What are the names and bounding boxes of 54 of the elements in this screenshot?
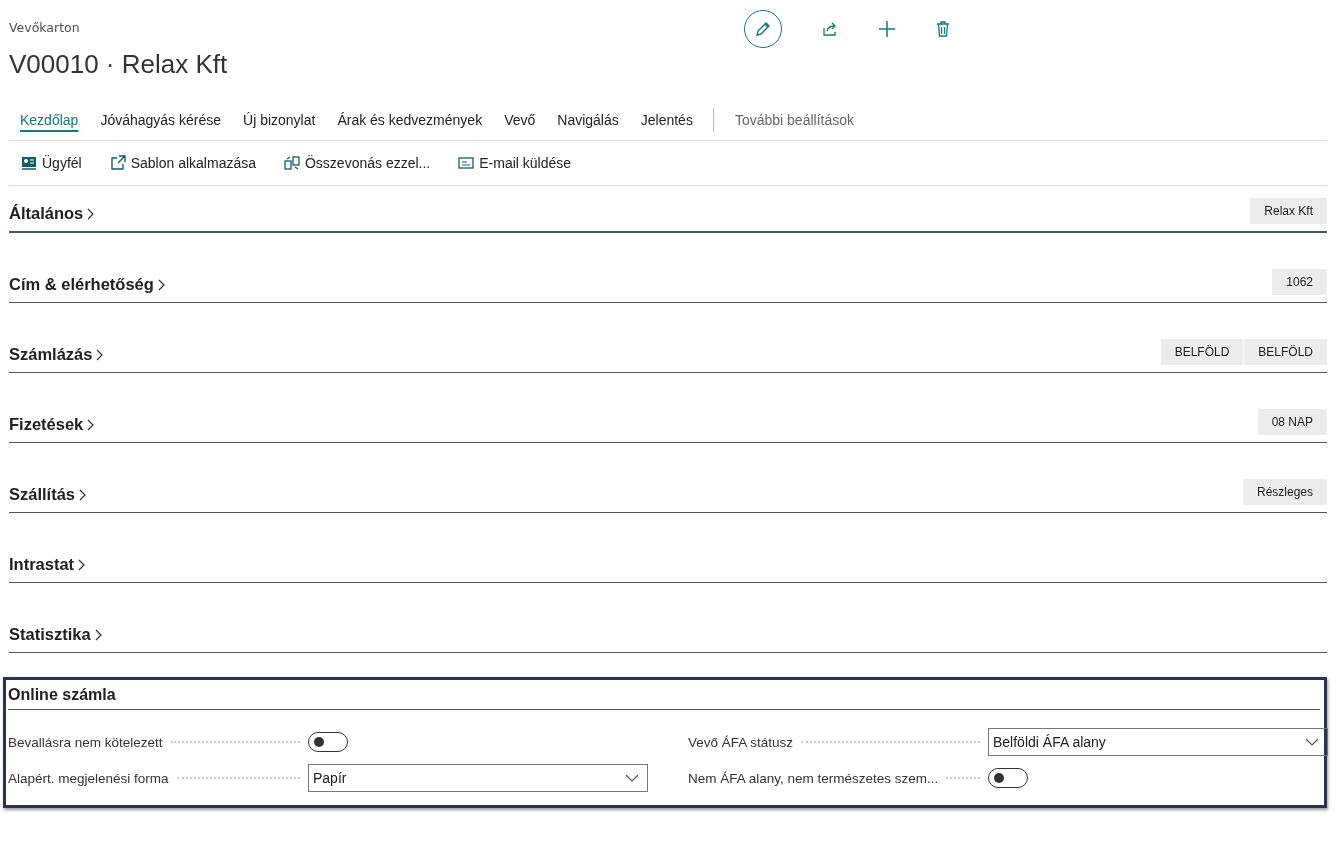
chevron-down-icon xyxy=(1305,738,1319,746)
template-icon xyxy=(109,155,126,171)
summary-value: 1062 xyxy=(1272,269,1327,295)
merge-icon xyxy=(284,155,300,171)
action-button[interactable]: Ügyfél xyxy=(13,151,90,175)
mail-icon xyxy=(458,157,475,169)
dropdown-field[interactable]: Belföldi ÁFA alany xyxy=(988,728,1328,756)
menu-tab[interactable]: Navigálás xyxy=(546,108,630,132)
add-icon[interactable] xyxy=(878,20,896,38)
section-header[interactable]: Általános xyxy=(9,204,96,231)
summary-value: 08 NAP xyxy=(1257,409,1327,435)
chevron-right-icon xyxy=(157,278,166,291)
chevron-right-icon xyxy=(94,628,103,641)
delete-icon[interactable] xyxy=(936,21,950,37)
toggle-switch[interactable] xyxy=(988,768,1028,788)
section-header[interactable]: Fizetések xyxy=(9,415,96,442)
record-title: V00010 · Relax Kft xyxy=(9,49,229,80)
section-header[interactable]: Cím & elérhetőség xyxy=(9,275,166,302)
section-header[interactable]: Szállítás xyxy=(9,485,88,512)
menu-tab[interactable]: Árak és kedvezmények xyxy=(326,108,494,132)
menu-tab[interactable]: Jelentés xyxy=(629,108,704,132)
chevron-down-icon xyxy=(625,774,639,782)
edit-icon xyxy=(754,20,772,38)
section-header[interactable]: Statisztika xyxy=(9,625,103,652)
action-button[interactable]: Összevonás ezzel... xyxy=(276,151,439,175)
share-icon[interactable] xyxy=(822,21,838,37)
menu-tab[interactable]: Új bizonylat xyxy=(232,108,327,132)
menu-tab[interactable]: Vevő xyxy=(493,108,547,132)
chevron-right-icon xyxy=(87,418,96,431)
menu-tab[interactable]: Kezdőlap xyxy=(9,108,90,132)
summary-value: Részleges xyxy=(1242,479,1327,505)
section-header[interactable]: Számlázás xyxy=(9,345,105,372)
section-header[interactable]: Intrastat xyxy=(9,555,87,582)
toggle-switch[interactable] xyxy=(308,732,348,752)
action-button[interactable]: E-mail küldése xyxy=(450,151,580,175)
summary-value: BELFÖLD xyxy=(1160,339,1244,365)
chevron-right-icon xyxy=(96,348,105,361)
menu-tab[interactable]: További beállítások xyxy=(723,108,865,132)
field-label: Alapért. megjelenési forma xyxy=(8,770,169,786)
edit-button[interactable] xyxy=(744,10,782,48)
page-caption: Vevőkarton xyxy=(9,20,81,35)
section-header: Online számla xyxy=(8,682,1320,710)
summary-value: BELFÖLD xyxy=(1244,339,1327,365)
contact-card-icon xyxy=(21,156,37,170)
action-button[interactable]: Sablon alkalmazása xyxy=(101,151,264,175)
chevron-right-icon xyxy=(78,558,87,571)
chevron-right-icon xyxy=(87,207,96,220)
chevron-right-icon xyxy=(79,488,88,501)
dropdown-field[interactable]: Papír xyxy=(308,764,648,792)
field-label: Nem ÁFA alany, nem természetes szem... xyxy=(688,770,939,786)
summary-value: Relax Kft xyxy=(1250,198,1327,224)
field-label: Bevallásra nem kötelezett xyxy=(8,734,163,750)
menu-tab[interactable]: Jóváhagyás kérése xyxy=(89,108,233,132)
field-label: Vevő ÁFA státusz xyxy=(688,734,794,750)
